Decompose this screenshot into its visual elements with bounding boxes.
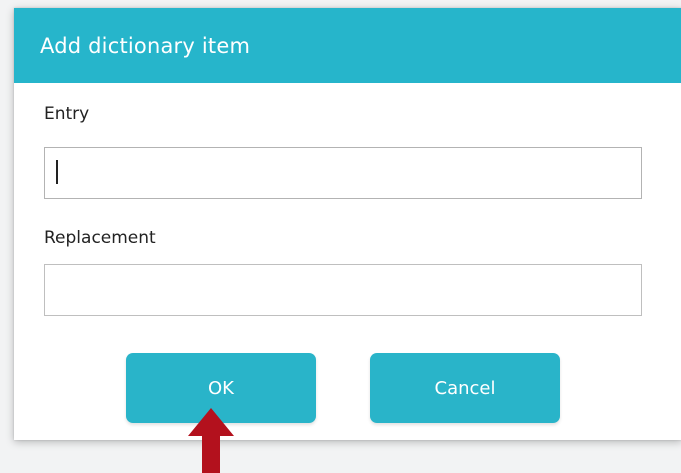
dialog-titlebar: Add dictionary item: [14, 8, 681, 83]
dialog-title: Add dictionary item: [40, 33, 251, 58]
text-caret: [56, 160, 58, 184]
screenshot-canvas: Add dictionary item Entry Replacement OK…: [0, 0, 681, 473]
arrow-up-icon: [188, 408, 234, 473]
replacement-label: Replacement: [44, 228, 156, 248]
entry-input[interactable]: [44, 147, 642, 199]
cancel-button[interactable]: Cancel: [370, 353, 560, 423]
add-dictionary-item-dialog: Add dictionary item Entry Replacement OK…: [14, 8, 681, 440]
entry-label: Entry: [44, 104, 90, 124]
replacement-input[interactable]: [44, 264, 642, 316]
